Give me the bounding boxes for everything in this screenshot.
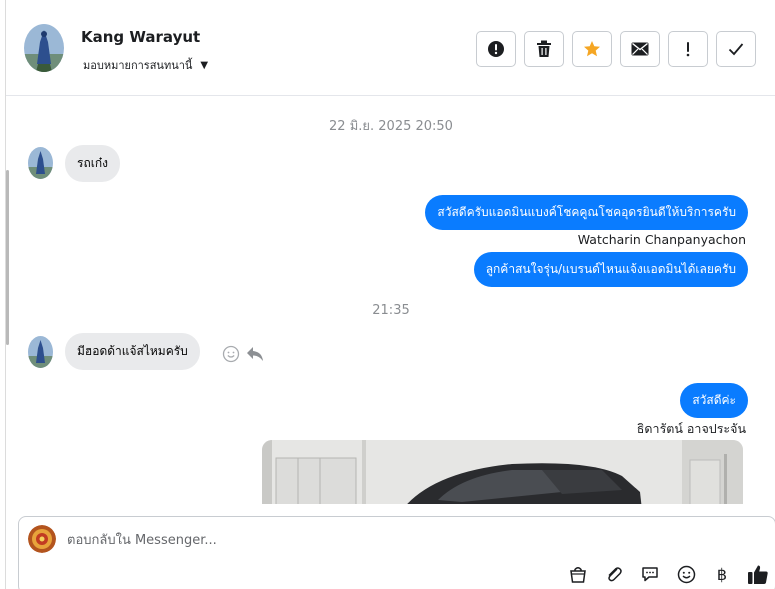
saved-replies-button[interactable] xyxy=(639,563,661,585)
contact-name[interactable]: Kang Warayut xyxy=(81,28,200,46)
check-icon xyxy=(728,43,744,56)
conversation-window: Kang Warayut มอบหมายการสนทนานี้ ▼ 22 มิ.… xyxy=(5,0,775,589)
like-button[interactable] xyxy=(747,563,769,585)
smiley-icon xyxy=(677,565,695,583)
incoming-message[interactable]: มีฮอดด้าแจ้สไหมครับ xyxy=(65,333,200,370)
follow-up-button[interactable] xyxy=(668,31,708,67)
page-avatar xyxy=(28,525,56,553)
conversation-toolbar xyxy=(476,31,756,67)
mark-done-button[interactable] xyxy=(716,31,756,67)
timestamp: 22 มิ.ย. 2025 20:50 xyxy=(329,119,453,134)
exclamation-icon xyxy=(686,42,690,57)
composer-toolbar: ฿ xyxy=(567,563,769,585)
chevron-down-icon: ▼ xyxy=(200,59,209,71)
attach-button[interactable] xyxy=(603,563,625,585)
emoji-button[interactable] xyxy=(675,563,697,585)
react-button[interactable] xyxy=(222,345,240,367)
assign-conversation-dropdown[interactable]: มอบหมายการสนทนานี้ ▼ xyxy=(83,56,208,74)
contact-avatar-small[interactable] xyxy=(28,147,53,179)
trash-icon xyxy=(537,40,551,57)
reply-composer: ฿ xyxy=(18,516,775,589)
sender-name: ธิดารัตน์ อาจประจัน xyxy=(636,421,746,436)
outgoing-message[interactable]: สวัสดีครับแอดมินแบงค์โชคคูณโชคอุดรยินดีใ… xyxy=(425,195,748,230)
timestamp: 21:35 xyxy=(372,303,410,318)
reply-icon xyxy=(247,347,263,361)
smiley-icon xyxy=(222,345,240,363)
shopping-bag-icon xyxy=(570,567,586,583)
reply-button[interactable] xyxy=(246,346,264,366)
contact-avatar-small[interactable] xyxy=(28,336,53,368)
mark-unread-button[interactable] xyxy=(620,31,660,67)
message-input[interactable] xyxy=(67,529,667,551)
outgoing-message[interactable]: ลูกค้าสนใจรุ่น/แบรนด์ไหนแจ้งแอดมินได้เลย… xyxy=(473,252,748,287)
alert-circle-icon xyxy=(488,41,504,57)
photo-attachment[interactable] xyxy=(262,440,743,504)
star-button[interactable] xyxy=(572,31,612,67)
contact-avatar[interactable] xyxy=(24,24,64,72)
paperclip-icon xyxy=(608,567,622,582)
message-thread[interactable]: 22 มิ.ย. 2025 20:50 รถเก๋ง สวัสดีครับแอด… xyxy=(6,97,775,504)
sender-name: Watcharin Chanpanyachon xyxy=(577,232,746,247)
report-button[interactable] xyxy=(476,31,516,67)
baht-icon: ฿ xyxy=(716,564,728,584)
conversation-header: Kang Warayut มอบหมายการสนทนานี้ ▼ xyxy=(6,0,775,96)
payment-button[interactable]: ฿ xyxy=(711,563,733,585)
outgoing-message[interactable]: สวัสดีค่ะ xyxy=(680,383,748,418)
assign-label: มอบหมายการสนทนานี้ xyxy=(83,59,193,72)
chat-bubble-icon xyxy=(642,567,658,582)
star-icon xyxy=(584,41,600,57)
shop-button[interactable] xyxy=(567,563,589,585)
delete-button[interactable] xyxy=(524,31,564,67)
message-actions xyxy=(222,345,264,367)
envelope-icon xyxy=(631,42,649,56)
thumbs-up-icon xyxy=(748,565,768,584)
incoming-message[interactable]: รถเก๋ง xyxy=(65,145,120,182)
